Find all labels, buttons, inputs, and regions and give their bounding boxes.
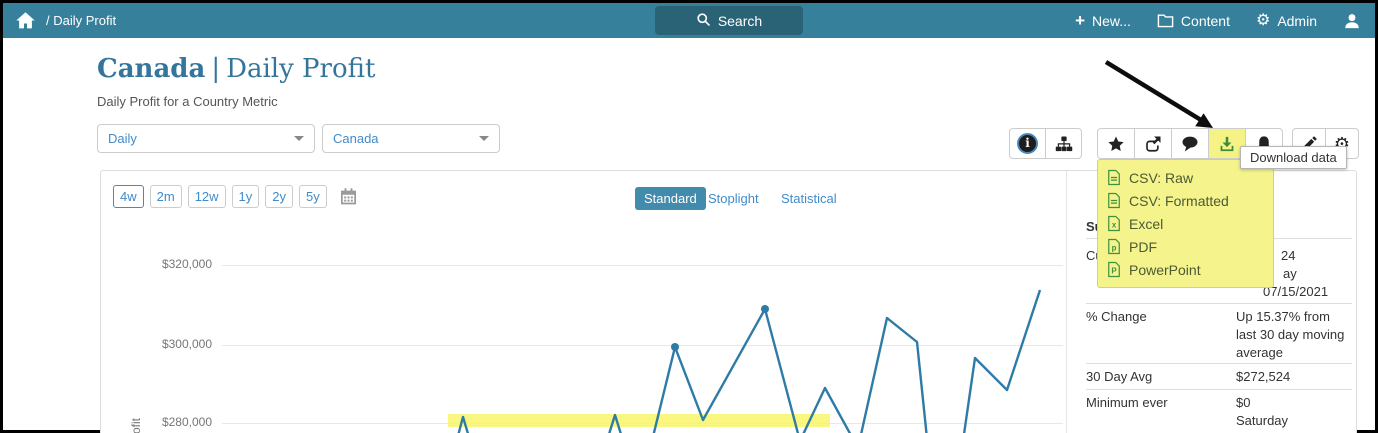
- chevron-down-icon: [479, 136, 489, 141]
- info-icon: i: [1017, 133, 1038, 154]
- range-button-2y[interactable]: 2y: [265, 185, 294, 208]
- range-button-12w[interactable]: 12w: [187, 185, 226, 208]
- info-button[interactable]: i: [1009, 128, 1046, 159]
- divider: [1086, 303, 1352, 304]
- plus-icon: +: [1075, 11, 1086, 30]
- admin-label: Admin: [1277, 12, 1317, 29]
- menu-item-csv-raw[interactable]: CSV: Raw: [1098, 166, 1273, 189]
- menu-item-label: PDF: [1129, 238, 1157, 255]
- gridline: [222, 265, 1063, 266]
- tab-statistical[interactable]: Statistical: [781, 191, 837, 206]
- summary-pct-change-line: average: [1236, 345, 1283, 360]
- calendar-icon[interactable]: [339, 187, 358, 206]
- download-menu: CSV: Raw CSV: Formatted x Excel p PDF P …: [1097, 159, 1274, 288]
- download-icon: [1220, 136, 1234, 151]
- menu-item-label: PowerPoint: [1129, 261, 1201, 278]
- page-title-metric: Daily Profit: [226, 54, 376, 84]
- search-button[interactable]: Search: [655, 6, 803, 35]
- page-title-separator: |: [211, 54, 221, 84]
- summary-30day-avg-value: $272,524: [1236, 369, 1291, 384]
- summary-divider: [1066, 171, 1067, 433]
- menu-item-label: CSV: Formatted: [1129, 192, 1229, 209]
- menu-item-label: CSV: Raw: [1129, 169, 1194, 186]
- summary-label-minimum: Minimum ever: [1086, 395, 1168, 410]
- new-button[interactable]: + New...: [1075, 12, 1131, 29]
- summary-pct-change-line: Up 15.37% from: [1236, 309, 1330, 324]
- gear-icon: ⚙: [1255, 11, 1271, 29]
- comment-button[interactable]: [1171, 128, 1209, 159]
- page-title: Canada | Daily Profit: [97, 54, 375, 84]
- range-button-1y[interactable]: 1y: [231, 185, 260, 208]
- tab-stoplight[interactable]: Stoplight: [708, 191, 759, 206]
- svg-text:P: P: [1111, 266, 1116, 275]
- summary-current-value-fragment: ay: [1283, 266, 1297, 281]
- breadcrumb: / Daily Profit: [46, 13, 117, 28]
- range-button-4w[interactable]: 4w: [113, 185, 144, 208]
- file-powerpoint-icon: P: [1108, 261, 1120, 278]
- divider: [1086, 389, 1352, 390]
- range-button-2m[interactable]: 2m: [149, 185, 182, 208]
- share-button[interactable]: [1134, 128, 1172, 159]
- page-subtitle: Daily Profit for a Country Metric: [97, 94, 278, 109]
- content-button[interactable]: Content: [1157, 13, 1230, 29]
- svg-text:x: x: [1112, 220, 1117, 229]
- file-excel-icon: x: [1108, 215, 1120, 232]
- range-button-5y[interactable]: 5y: [299, 185, 327, 208]
- file-pdf-icon: p: [1108, 238, 1120, 255]
- element-select[interactable]: Canada: [322, 124, 500, 153]
- star-icon: [1108, 136, 1124, 151]
- file-text-icon: [1108, 192, 1120, 209]
- search-icon: [696, 12, 711, 30]
- page-title-element: Canada: [97, 54, 206, 84]
- file-text-icon: [1108, 169, 1120, 186]
- divider: [1086, 363, 1352, 364]
- comment-icon: [1182, 136, 1198, 151]
- measure-select-value: Daily: [108, 131, 137, 146]
- chevron-down-icon: [294, 136, 304, 141]
- menu-item-powerpoint[interactable]: P PowerPoint: [1098, 258, 1273, 281]
- favorite-button[interactable]: [1097, 128, 1135, 159]
- folder-icon: [1157, 13, 1174, 28]
- menu-item-excel[interactable]: x Excel: [1098, 212, 1273, 235]
- top-navbar: / Daily Profit Search + New... Content ⚙…: [3, 3, 1375, 38]
- menu-item-csv-formatted[interactable]: CSV: Formatted: [1098, 189, 1273, 212]
- tab-standard[interactable]: Standard: [635, 187, 706, 210]
- share-icon: [1146, 136, 1161, 152]
- summary-label-pct-change: % Change: [1086, 309, 1147, 324]
- lineage-button[interactable]: [1045, 128, 1082, 159]
- summary-minimum-value: $0: [1236, 395, 1251, 410]
- time-range-group: 4w 2m 12w 1y 2y 5y: [113, 185, 358, 208]
- menu-item-label: Excel: [1129, 215, 1164, 232]
- y-axis-tick: $280,000: [161, 415, 212, 429]
- search-label: Search: [717, 12, 763, 29]
- admin-button[interactable]: ⚙ Admin: [1255, 11, 1317, 29]
- user-menu-button[interactable]: [1343, 12, 1361, 30]
- measure-select[interactable]: Daily: [97, 124, 315, 153]
- menu-item-pdf[interactable]: p PDF: [1098, 235, 1273, 258]
- download-tooltip: Download data: [1240, 146, 1347, 169]
- gridline: [222, 345, 1063, 346]
- user-icon: [1343, 12, 1361, 30]
- app-window: / Daily Profit Search + New... Content ⚙…: [0, 0, 1378, 433]
- summary-pct-change-line: last 30 day moving: [1236, 327, 1345, 342]
- sitemap-icon: [1055, 136, 1072, 151]
- y-axis-tick: $320,000: [161, 257, 212, 271]
- new-label: New...: [1092, 12, 1131, 29]
- content-label: Content: [1180, 12, 1230, 29]
- summary-label-30day-avg: 30 Day Avg: [1086, 369, 1153, 384]
- home-icon[interactable]: [15, 10, 36, 31]
- element-select-value: Canada: [333, 131, 379, 146]
- summary-minimum-day: Saturday: [1236, 413, 1289, 428]
- toolbar-group-info: i: [1009, 128, 1082, 159]
- y-axis-tick: $300,000: [161, 337, 212, 351]
- chart-highlight-band: [448, 414, 830, 427]
- summary-current-value-fragment: 24: [1281, 248, 1296, 263]
- svg-text:p: p: [1112, 243, 1117, 252]
